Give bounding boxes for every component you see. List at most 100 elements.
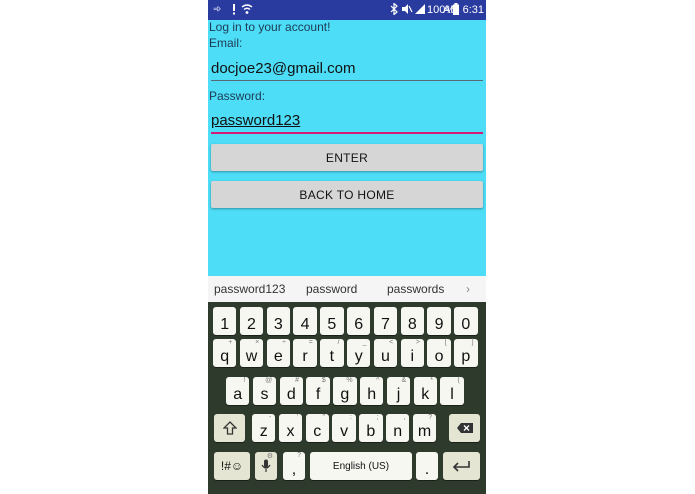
suggestion-item[interactable]: password123 <box>214 282 285 296</box>
alert-icon <box>229 3 239 19</box>
key-label: 8 <box>407 316 417 333</box>
key-s[interactable]: s @ <box>252 377 277 405</box>
clock: 6:31 AM <box>443 4 484 16</box>
key-label: a <box>233 386 243 403</box>
key-b[interactable]: b; <box>359 414 383 442</box>
key-hint: [ <box>444 339 447 346</box>
key-label: 7 <box>381 316 390 333</box>
key-a[interactable]: a! <box>226 377 250 405</box>
key-label: e <box>273 348 283 365</box>
login-heading: Log in to your account! <box>209 20 331 34</box>
key-label: o <box>434 348 444 365</box>
key-q[interactable]: q + <box>213 339 237 367</box>
key-2[interactable]: 2 <box>239 307 264 335</box>
key-c[interactable]: c " <box>305 414 329 442</box>
key-hint: - <box>269 414 272 421</box>
key-k[interactable]: k * <box>413 377 437 405</box>
email-label: Email: <box>209 36 243 50</box>
suggestion-item[interactable]: password <box>306 282 357 296</box>
suggestion-item[interactable]: passwords <box>387 282 444 296</box>
signal-icon <box>414 3 426 19</box>
email-field-value: docjoe23@gmail.com <box>211 60 356 77</box>
key-hint: ( <box>457 377 460 384</box>
key-label: n <box>393 423 403 440</box>
key-x[interactable]: x ' <box>278 414 303 442</box>
comma-hint: ? <box>297 452 301 459</box>
symbols-key[interactable]: !#☺ <box>214 452 250 480</box>
backspace-key[interactable] <box>449 414 480 442</box>
key-label: q <box>220 348 230 365</box>
microphone-key[interactable]: ⚙ <box>255 452 277 480</box>
phone-screen: ➾ 100% 6:31 AM Log in to your account! E… <box>208 0 486 494</box>
key-label: w <box>245 348 258 365</box>
key-e[interactable]: e ÷ <box>266 339 290 367</box>
key-1[interactable]: 1 <box>213 307 237 335</box>
bluetooth-icon <box>390 2 398 19</box>
password-field[interactable]: password123 <box>211 108 483 134</box>
key-label: r <box>302 348 308 365</box>
key-hint: @ <box>265 377 273 384</box>
key-u[interactable]: u < <box>373 339 398 367</box>
key-3[interactable]: 3 <box>266 307 290 335</box>
enter-key[interactable] <box>443 452 480 480</box>
key-n[interactable]: n, <box>386 414 410 442</box>
key-hint: + <box>228 339 233 346</box>
key-hint: / <box>337 339 340 346</box>
symbols-key-label: !#☺ <box>220 459 244 473</box>
key-hint: > <box>415 339 420 346</box>
key-hint: # <box>295 377 299 384</box>
key-label: 2 <box>247 316 256 333</box>
wifi-icon <box>241 3 253 19</box>
key-0[interactable]: 0 <box>454 307 478 335</box>
period-key-label: . <box>424 461 430 478</box>
key-label: c <box>313 423 322 440</box>
key-r[interactable]: r = <box>293 339 317 367</box>
key-hint: ; <box>376 414 379 421</box>
mute-icon <box>401 3 413 19</box>
key-m[interactable]: m? <box>412 414 437 442</box>
key-label: y <box>354 348 363 365</box>
key-label: f <box>315 386 321 403</box>
enter-button[interactable]: ENTER <box>211 144 483 171</box>
key-o[interactable]: o[ <box>427 339 451 367</box>
comma-key[interactable]: ,? <box>283 452 305 480</box>
space-key[interactable]: English (US) <box>310 452 412 480</box>
key-z[interactable]: z- <box>252 414 276 442</box>
key-g[interactable]: g% <box>333 377 357 405</box>
keyboard: 1 2 3 4 5 6 7 8 9 0 q + w × e ÷ r = t / y _ u < i > o[p] a! s @ d # f $ g%… <box>208 302 486 494</box>
key-h[interactable]: h ^ <box>360 377 384 405</box>
key-label: u <box>381 348 390 365</box>
key-t[interactable]: t / <box>320 339 344 367</box>
key-8[interactable]: 8 <box>400 307 424 335</box>
back-to-home-button[interactable]: BACK TO HOME <box>211 181 483 208</box>
password-field-value: password123 <box>211 112 301 129</box>
key-hint: ? <box>428 414 433 421</box>
key-label: z <box>259 423 268 440</box>
key-d[interactable]: d # <box>279 377 303 405</box>
suggestion-strip: password123 password passwords › <box>208 276 486 302</box>
key-6[interactable]: 6 <box>347 307 371 335</box>
chevron-right-icon[interactable]: › <box>466 282 470 296</box>
key-label: 5 <box>327 316 337 333</box>
key-label: v <box>340 423 349 440</box>
key-9[interactable]: 9 <box>427 307 451 335</box>
email-field[interactable]: docjoe23@gmail.com <box>211 56 483 81</box>
key-label: 4 <box>300 316 310 333</box>
key-7[interactable]: 7 <box>373 307 398 335</box>
key-label: i <box>410 348 415 365</box>
key-y[interactable]: y _ <box>347 339 371 367</box>
key-label: l <box>450 386 454 403</box>
key-j[interactable]: j & <box>386 377 411 405</box>
key-l[interactable]: l( <box>440 377 464 405</box>
key-w[interactable]: w × <box>239 339 264 367</box>
key-4[interactable]: 4 <box>293 307 317 335</box>
key-hint: _ <box>362 339 367 346</box>
key-label: 0 <box>461 316 471 333</box>
key-v[interactable]: v: <box>332 414 356 442</box>
key-p[interactable]: p] <box>454 339 478 367</box>
key-5[interactable]: 5 <box>320 307 344 335</box>
key-i[interactable]: i > <box>400 339 424 367</box>
period-key[interactable]: . <box>416 452 438 480</box>
shift-key[interactable] <box>214 414 245 442</box>
key-f[interactable]: f $ <box>306 377 330 405</box>
